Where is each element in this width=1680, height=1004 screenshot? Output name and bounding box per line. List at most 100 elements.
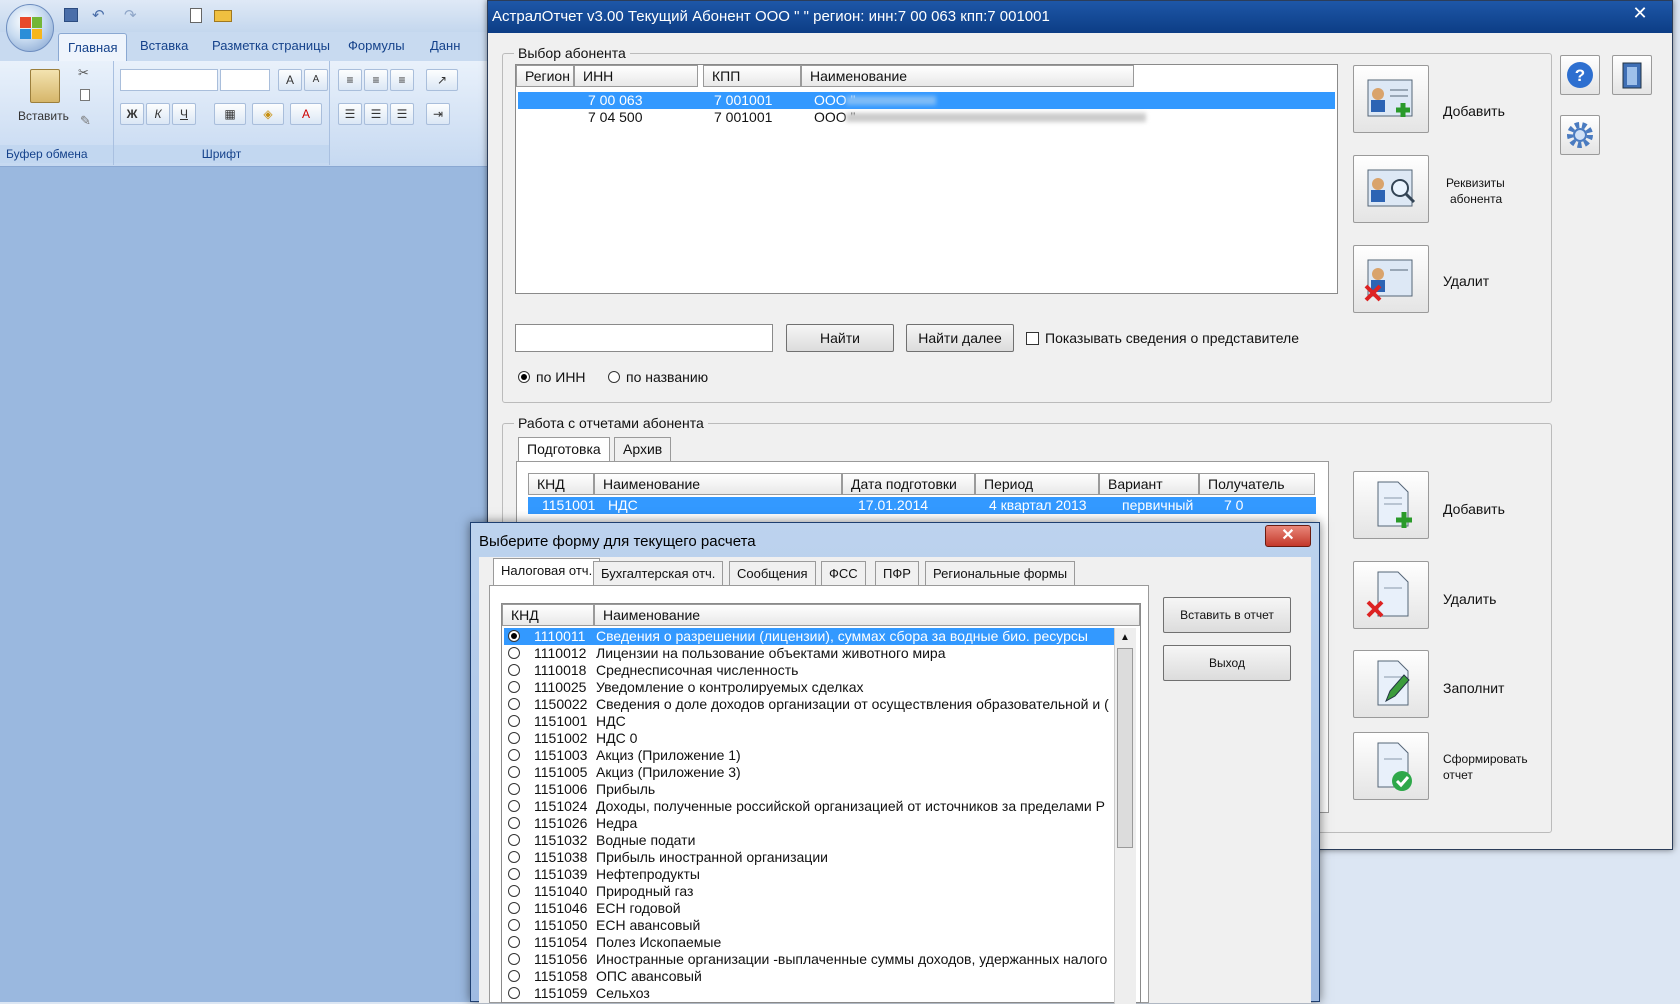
tab-messages[interactable]: Сообщения [729,561,816,585]
undo-icon[interactable]: ↶ [92,6,105,24]
office-button[interactable] [6,4,54,52]
column-header-knd[interactable]: КНД [502,604,594,626]
column-header-date[interactable]: Дата подготовки [842,473,975,495]
column-header-knd[interactable]: КНД [528,473,594,495]
close-icon[interactable]: ✕ [1616,3,1664,25]
form-row[interactable]: 1110018 Среднесписочная численность [504,662,1114,679]
forms-list[interactable]: КНД Наименование 1110011 Сведения о разре… [501,603,1141,1004]
borders-icon[interactable]: ▦ [214,103,246,125]
settings-button[interactable] [1560,115,1600,155]
form-row[interactable]: 1151046 ЕСН годовой [504,900,1114,917]
form-row[interactable]: 1151032 Водные подати [504,832,1114,849]
form-radio[interactable] [508,715,520,727]
align-right-icon[interactable]: ☰ [390,103,414,125]
form-row[interactable]: 1151050 ЕСН авансовый [504,917,1114,934]
form-radio[interactable] [508,732,520,744]
exit-button[interactable] [1612,55,1652,95]
form-row[interactable]: 1151026 Недра [504,815,1114,832]
form-row[interactable]: 1151024 Доходы, полученные российской орг… [504,798,1114,815]
paste-button-label[interactable]: Вставить [18,109,69,123]
tab-preparation[interactable]: Подготовка [518,437,610,463]
form-radio[interactable] [508,902,520,914]
ribbon-tab-insert[interactable]: Вставка [140,38,188,53]
column-header-kpp[interactable]: КПП [703,65,801,87]
form-radio[interactable] [508,681,520,693]
ribbon-tab-page-layout[interactable]: Разметка страницы [212,38,330,53]
ribbon-tab-formulas[interactable]: Формулы [348,38,405,53]
font-size-combo[interactable] [220,69,270,91]
form-row[interactable]: 1150022 Сведения о доле доходов организац… [504,696,1114,713]
form-radio[interactable] [508,936,520,948]
scrollbar-thumb[interactable] [1117,648,1133,848]
paste-icon[interactable] [30,69,60,103]
form-radio[interactable] [508,800,520,812]
form-radio[interactable] [508,817,520,829]
column-header-name[interactable]: Наименование [594,604,1140,626]
form-radio[interactable] [508,885,520,897]
column-header-period[interactable]: Период [975,473,1099,495]
new-document-icon[interactable] [190,8,202,23]
open-folder-icon[interactable] [214,10,232,22]
subscriber-row[interactable]: 7 00 063 7 001001 ООО " [518,92,1335,109]
forms-scrollbar[interactable]: ▲ [1114,628,1136,1004]
underline-button[interactable]: Ч [172,103,196,125]
tab-fss[interactable]: ФСС [821,561,866,585]
form-radio[interactable] [508,664,520,676]
shrink-font-icon[interactable]: A [304,69,328,91]
orientation-icon[interactable]: ↗ [426,69,458,91]
italic-button[interactable]: К [146,103,170,125]
column-header-variant[interactable]: Вариант [1099,473,1199,495]
form-row[interactable]: 1151005 Акциз (Приложение 3) [504,764,1114,781]
format-painter-icon[interactable]: ✎ [80,113,91,129]
form-radio[interactable] [508,783,520,795]
column-header-name[interactable]: Наименование [594,473,842,495]
form-row[interactable]: 1151006 Прибыль [504,781,1114,798]
form-radio[interactable] [508,630,520,642]
form-row[interactable]: 1110012 Лицензии на пользование объектами… [504,645,1114,662]
form-radio[interactable] [508,834,520,846]
form-radio[interactable] [508,749,520,761]
column-header-inn[interactable]: ИНН [574,65,698,87]
form-row[interactable]: 1151039 Нефтепродукты [504,866,1114,883]
grow-font-icon[interactable]: A [278,69,302,91]
dialog-close-icon[interactable]: ✕ [1265,525,1311,547]
form-row[interactable]: 1151003 Акциз (Приложение 1) [504,747,1114,764]
form-radio[interactable] [508,868,520,880]
generate-report-button[interactable] [1353,732,1429,800]
form-radio[interactable] [508,851,520,863]
report-row[interactable]: 1151001 НДС 17.01.2014 4 квартал 2013 пе… [528,497,1316,514]
font-color-icon[interactable]: A [290,103,322,125]
insert-into-report-button[interactable]: Вставить в отчет [1163,597,1291,633]
form-radio[interactable] [508,698,520,710]
redo-icon[interactable]: ↷ [124,6,137,24]
help-button[interactable]: ? [1560,55,1600,95]
form-row[interactable]: 1151001 НДС [504,713,1114,730]
align-bottom-icon[interactable]: ≡ [390,69,414,91]
form-radio[interactable] [508,953,520,965]
subscriber-list[interactable]: Регион ИНН КПП Наименование 7 00 063 7 0… [515,64,1338,294]
form-row[interactable]: 1151058 ОПС авансовый [504,968,1114,985]
save-icon[interactable] [64,8,78,22]
add-report-button[interactable] [1353,471,1429,539]
fill-report-button[interactable] [1353,650,1429,718]
tab-archive[interactable]: Архив [614,437,672,461]
delete-report-button[interactable] [1353,561,1429,629]
search-by-name-radio[interactable] [608,371,620,383]
exit-dialog-button[interactable]: Выход [1163,645,1291,681]
form-radio[interactable] [508,766,520,778]
show-representative-checkbox[interactable] [1026,332,1039,345]
fill-color-icon[interactable]: ◈ [252,103,284,125]
align-top-icon[interactable]: ≡ [338,69,362,91]
ribbon-tab-home[interactable]: Главная [58,33,128,63]
cut-icon[interactable]: ✂ [78,65,89,81]
copy-icon[interactable] [80,89,90,101]
scroll-up-icon[interactable]: ▲ [1117,630,1133,646]
form-row[interactable]: 1151002 НДС 0 [504,730,1114,747]
align-middle-icon[interactable]: ≡ [364,69,388,91]
column-header-region[interactable]: Регион [516,65,574,87]
subscriber-row[interactable]: 7 04 500 7 001001 ООО " [518,109,1335,126]
form-radio[interactable] [508,919,520,931]
form-radio[interactable] [508,970,520,982]
form-row[interactable]: 1151040 Природный газ [504,883,1114,900]
align-left-icon[interactable]: ☰ [338,103,362,125]
